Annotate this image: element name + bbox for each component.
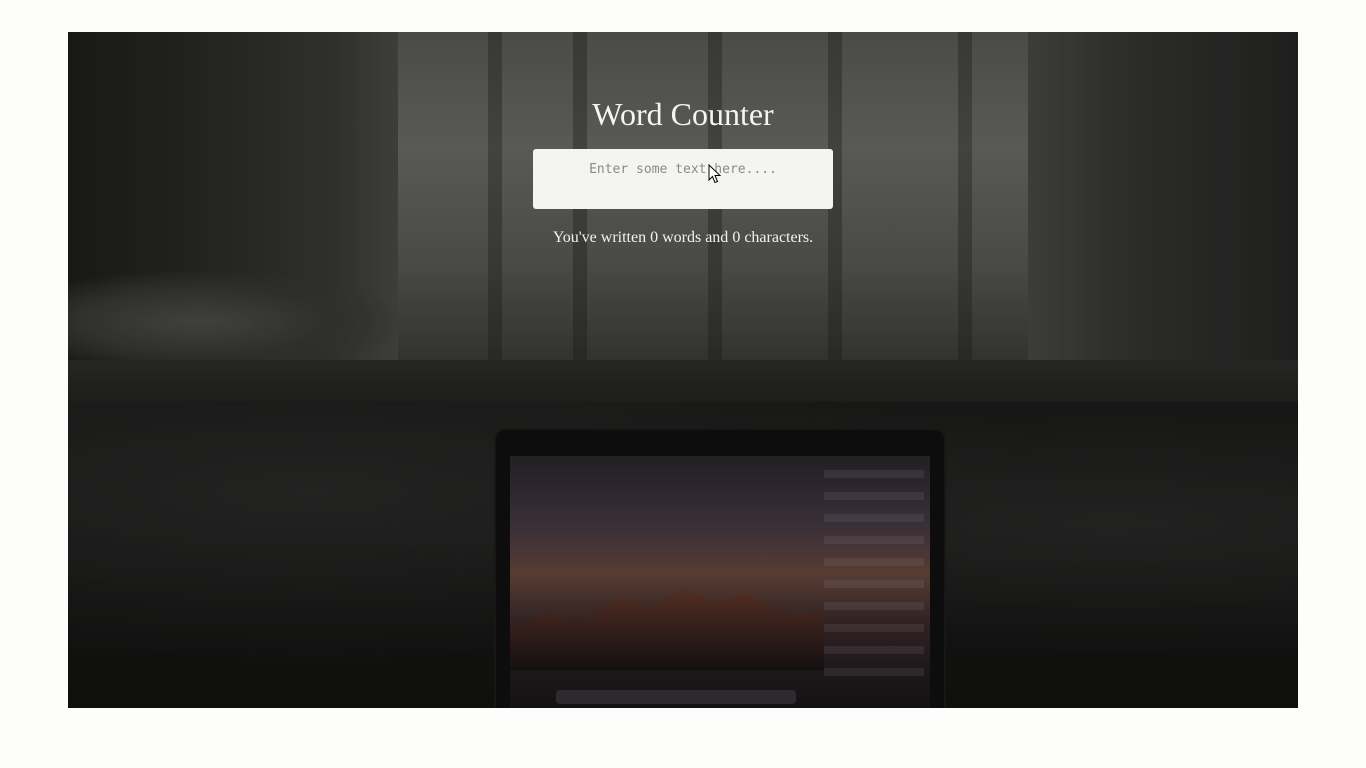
background-photo: Word Counter You've written 0 words and … [68,32,1298,708]
characters-label: characters. [740,229,814,246]
text-input[interactable] [533,149,833,209]
words-label: words and [658,229,733,246]
count-summary: You've written 0 words and 0 characters. [68,228,1298,248]
word-count: 0 [650,229,659,246]
summary-prefix: You've written [552,229,651,246]
dark-overlay [68,32,1298,708]
page-title: Word Counter [592,96,774,132]
